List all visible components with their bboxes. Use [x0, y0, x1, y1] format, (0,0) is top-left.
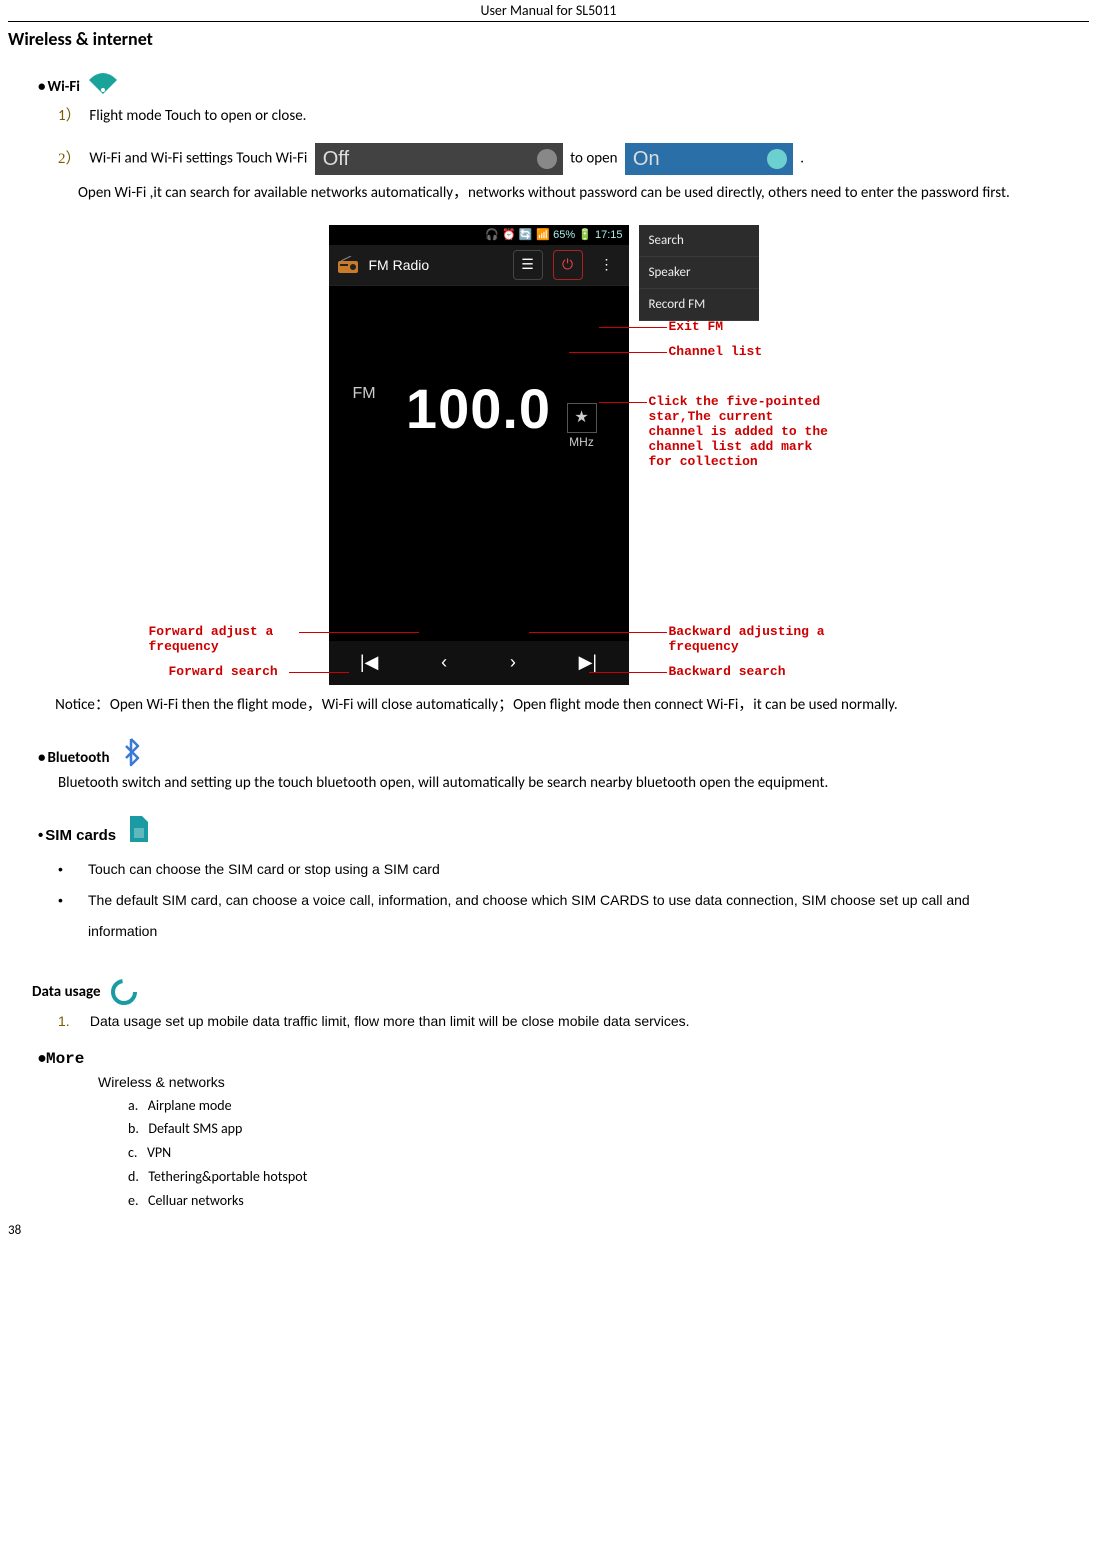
fm-controls: |◀ ‹ › ▶|: [329, 641, 629, 685]
sim-heading: SIM cards: [38, 814, 1089, 844]
more-subtitle: Wireless & networks: [98, 1074, 1089, 1090]
radio-icon: [337, 256, 359, 274]
wifi-settings-text-a: Wi-Fi and Wi-Fi settings Touch Wi-Fi: [89, 150, 307, 168]
list-number: 1）: [58, 104, 86, 125]
page-header: User Manual for SL5011: [8, 0, 1089, 22]
list-item: •Touch can choose the SIM card or stop u…: [58, 854, 1089, 885]
fm-frequency: 100.0: [406, 377, 551, 440]
fm-app-bar: FM Radio ☰ ⏻ ⋮: [329, 245, 629, 286]
list-item: b. Default SMS app: [128, 1117, 1089, 1141]
sim-label: SIM cards: [45, 827, 116, 844]
ann-fwd-search: Forward search: [169, 665, 278, 680]
datausage-text: Data usage set up mobile data traffic li…: [90, 1013, 690, 1029]
menu-item[interactable]: Record FM: [639, 289, 759, 321]
wifi-icon: [86, 70, 120, 96]
ann-channel: Channel list: [669, 345, 763, 360]
wifi-item-2: 2） Wi-Fi and Wi-Fi settings Touch Wi-Fi …: [58, 143, 1089, 175]
list-number: 2）: [58, 147, 86, 168]
status-right: 📶 65% 🔋 17:15: [536, 228, 622, 241]
toggle-off-label: Off: [323, 148, 349, 170]
phone-screenshot: 🎧 ⏰ 🔄 📶 65% 🔋 17:15 FM Radio ☰ ⏻ ⋮ FM 10…: [329, 225, 629, 685]
fm-small-label: FM: [353, 385, 376, 403]
bullet-icon: •: [58, 854, 88, 885]
channel-list-icon[interactable]: ☰: [513, 250, 543, 280]
fm-title: FM Radio: [369, 257, 503, 273]
bullet-icon: [38, 78, 47, 96]
menu-item[interactable]: Search: [639, 225, 759, 257]
fm-unit-label: MHz: [569, 435, 594, 449]
ann-star: Click the five-pointed star,The current …: [649, 395, 829, 470]
flight-mode-text: Flight mode Touch to open or close.: [89, 107, 306, 125]
bluetooth-label: Bluetooth: [47, 749, 109, 767]
list-item: •The default SIM card, can choose a voic…: [58, 885, 1089, 947]
wifi-heading: Wi-Fi: [38, 70, 1089, 96]
toggle-knob: [767, 149, 787, 169]
next-search-icon[interactable]: ▶|: [579, 652, 598, 673]
toggle-knob: [537, 149, 557, 169]
list-item: e. Celluar networks: [128, 1189, 1089, 1213]
ann-exit: Exit FM: [669, 320, 724, 335]
next-freq-icon[interactable]: ›: [510, 652, 516, 673]
datausage-heading: Data usage: [32, 977, 1089, 1007]
fm-overflow-menu: Search Speaker Record FM: [639, 225, 759, 321]
datausage-item: 1. Data usage set up mobile data traffic…: [58, 1013, 1089, 1029]
bluetooth-desc: Bluetooth switch and setting up the touc…: [58, 773, 1039, 795]
fm-unit-block: ★ MHz: [567, 403, 597, 449]
datausage-label: Data usage: [32, 983, 101, 1001]
more-label: More: [46, 1050, 84, 1068]
overflow-icon[interactable]: ⋮: [593, 251, 621, 279]
wifi-label: Wi-Fi: [47, 78, 79, 96]
ann-bwd-adj: Backward adjusting a frequency: [669, 625, 869, 655]
menu-item[interactable]: Speaker: [639, 257, 759, 289]
bullet-icon: [38, 827, 45, 844]
prev-search-icon[interactable]: |◀: [360, 652, 379, 673]
toggle-on-label: On: [633, 148, 660, 170]
section-title: Wireless & internet: [8, 28, 1089, 50]
list-item: c. VPN: [128, 1141, 1089, 1165]
ann-bwd-search: Backward search: [669, 665, 786, 680]
toggle-on[interactable]: On: [625, 143, 793, 175]
bluetooth-icon: [118, 737, 144, 767]
list-number: 1.: [58, 1013, 86, 1029]
status-bar: 🎧 ⏰ 🔄 📶 65% 🔋 17:15: [329, 225, 629, 245]
datausage-icon: [109, 977, 139, 1007]
list-item: d. Tethering&portable hotspot: [128, 1165, 1089, 1189]
period: .: [800, 150, 804, 168]
fm-body: FM 100.0 ★ MHz: [329, 286, 629, 441]
wifi-settings-text-b: to open: [570, 150, 617, 168]
toggle-off[interactable]: Off: [315, 143, 563, 175]
more-list: a. Airplane mode b. Default SMS app c. V…: [128, 1094, 1089, 1213]
sim-list: •Touch can choose the SIM card or stop u…: [58, 854, 1089, 946]
sim-icon: [126, 814, 150, 844]
status-icons: 🎧 ⏰ 🔄: [485, 228, 532, 241]
wifi-item-1: 1） Flight mode Touch to open or close.: [58, 104, 1089, 125]
wifi-notice: Notice：Open Wi-Fi then the flight mode，W…: [28, 695, 1069, 717]
bullet-icon: [38, 749, 47, 767]
power-icon[interactable]: ⏻: [553, 250, 583, 280]
favorite-star-icon[interactable]: ★: [567, 403, 597, 433]
page-number: 38: [8, 1223, 1089, 1238]
list-item: a. Airplane mode: [128, 1094, 1089, 1118]
bullet-icon: •: [58, 885, 88, 947]
wifi-description: Open Wi-Fi ,it can search for available …: [78, 183, 1089, 205]
bullet-icon: •: [38, 1049, 46, 1068]
bluetooth-heading: Bluetooth: [38, 737, 1089, 767]
fm-screenshot-area: 🎧 ⏰ 🔄 📶 65% 🔋 17:15 FM Radio ☰ ⏻ ⋮ FM 10…: [129, 225, 969, 685]
more-heading: •More: [38, 1049, 1089, 1068]
ann-fwd-adj: Forward adjust a frequency: [149, 625, 319, 655]
prev-freq-icon[interactable]: ‹: [441, 652, 447, 673]
